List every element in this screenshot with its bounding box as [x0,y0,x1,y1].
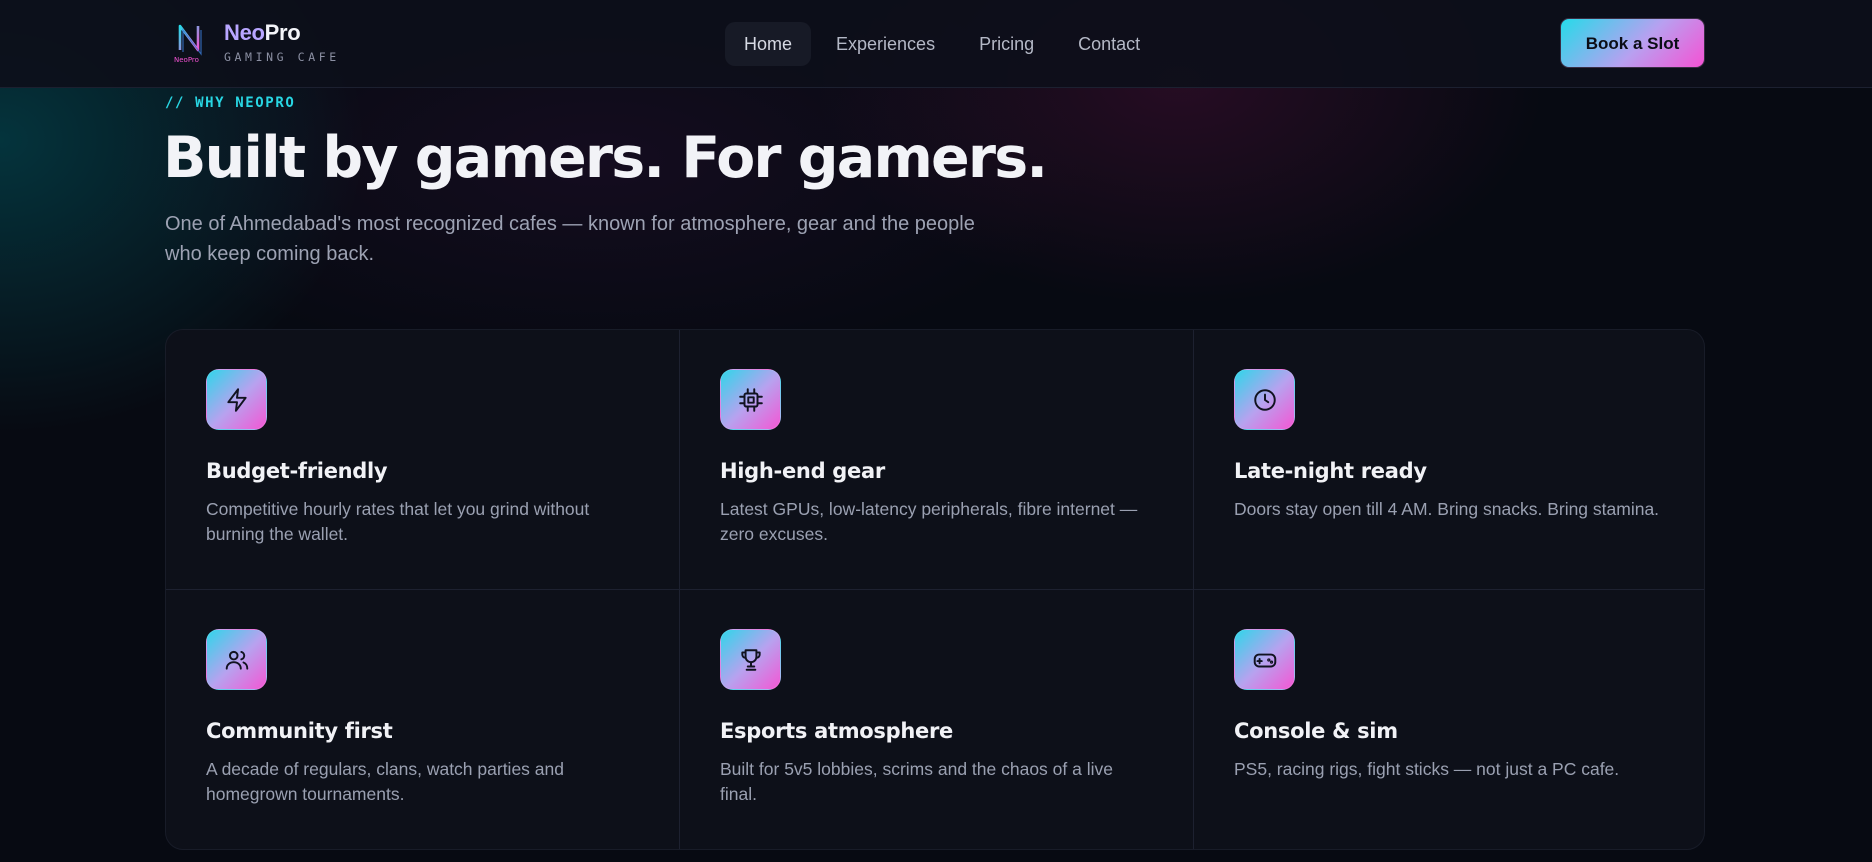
book-slot-button[interactable]: Book a Slot [1560,18,1705,68]
feature-description: Latest GPUs, low-latency peripherals, fi… [720,499,1138,544]
feature-description: PS5, racing rigs, fight sticks — not jus… [1234,759,1620,779]
logo-mark-icon: NeoPro [172,20,212,64]
clock-icon [1234,369,1295,430]
feature-card-budget: Budget-friendly Competitive hourly rates… [166,330,680,590]
logo[interactable]: NeoPro NeoPro GAMING CAFE [172,20,340,64]
feature-description: A decade of regulars, clans, watch parti… [206,759,564,804]
feature-card-console: Console & sim PS5, racing rigs, fight st… [1194,590,1704,849]
brand-name-neo: Neo [224,19,265,45]
users-icon [206,629,267,690]
feature-card-latenight: Late-night ready Doors stay open till 4 … [1194,330,1704,590]
page-subtitle: One of Ahmedabad's most recognized cafes… [165,213,975,265]
feature-title: Community first [206,719,393,743]
section-eyebrow: // WHY NEOPRO [165,95,296,111]
lightning-icon [206,369,267,430]
feature-title: Budget-friendly [206,459,388,483]
nav-item-contact[interactable]: Contact [1059,22,1159,66]
nav-item-home[interactable]: Home [725,22,812,66]
feature-card-esports: Esports atmosphere Built for 5v5 lobbies… [680,590,1194,849]
site-header: NeoPro NeoPro GAMING CAFE Home Experienc… [0,0,1872,88]
brand-name: NeoPro [224,19,340,45]
feature-description: Doors stay open till 4 AM. Bring snacks.… [1234,499,1660,519]
brand-name-pro: Pro [264,19,301,45]
feature-title: Console & sim [1234,719,1398,743]
feature-description: Competitive hourly rates that let you gr… [206,499,590,544]
nav-item-experiences[interactable]: Experiences [817,22,954,66]
page: NeoPro NeoPro GAMING CAFE Home Experienc… [0,0,1872,862]
gamepad-icon [1234,629,1295,690]
page-title: Built by gamers. For gamers. [163,125,1048,191]
feature-card-gear: High-end gear Latest GPUs, low-latency p… [680,330,1194,590]
trophy-icon [720,629,781,690]
nav-item-pricing[interactable]: Pricing [960,22,1053,66]
feature-card-community: Community first A decade of regulars, cl… [166,590,680,849]
chip-icon [720,369,781,430]
brand-tagline: GAMING CAFE [224,49,340,64]
features-grid: Budget-friendly Competitive hourly rates… [165,329,1705,850]
main-nav: Home Experiences Pricing Contact [725,22,1165,66]
feature-title: Late-night ready [1234,459,1427,483]
svg-text:NeoPro: NeoPro [174,56,199,64]
feature-title: High-end gear [720,459,885,483]
feature-title: Esports atmosphere [720,719,953,743]
feature-description: Built for 5v5 lobbies, scrims and the ch… [720,759,1113,804]
